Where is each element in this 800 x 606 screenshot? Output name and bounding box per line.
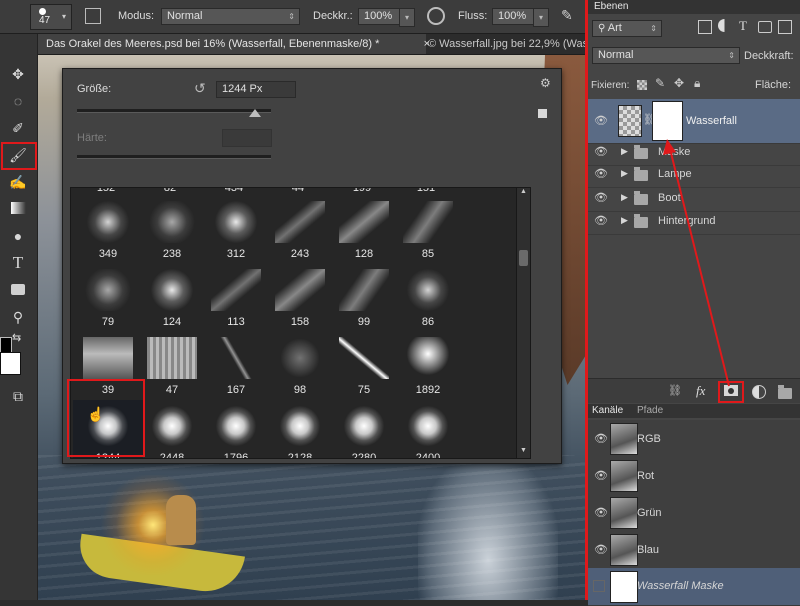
annotation-arrow <box>663 139 730 387</box>
